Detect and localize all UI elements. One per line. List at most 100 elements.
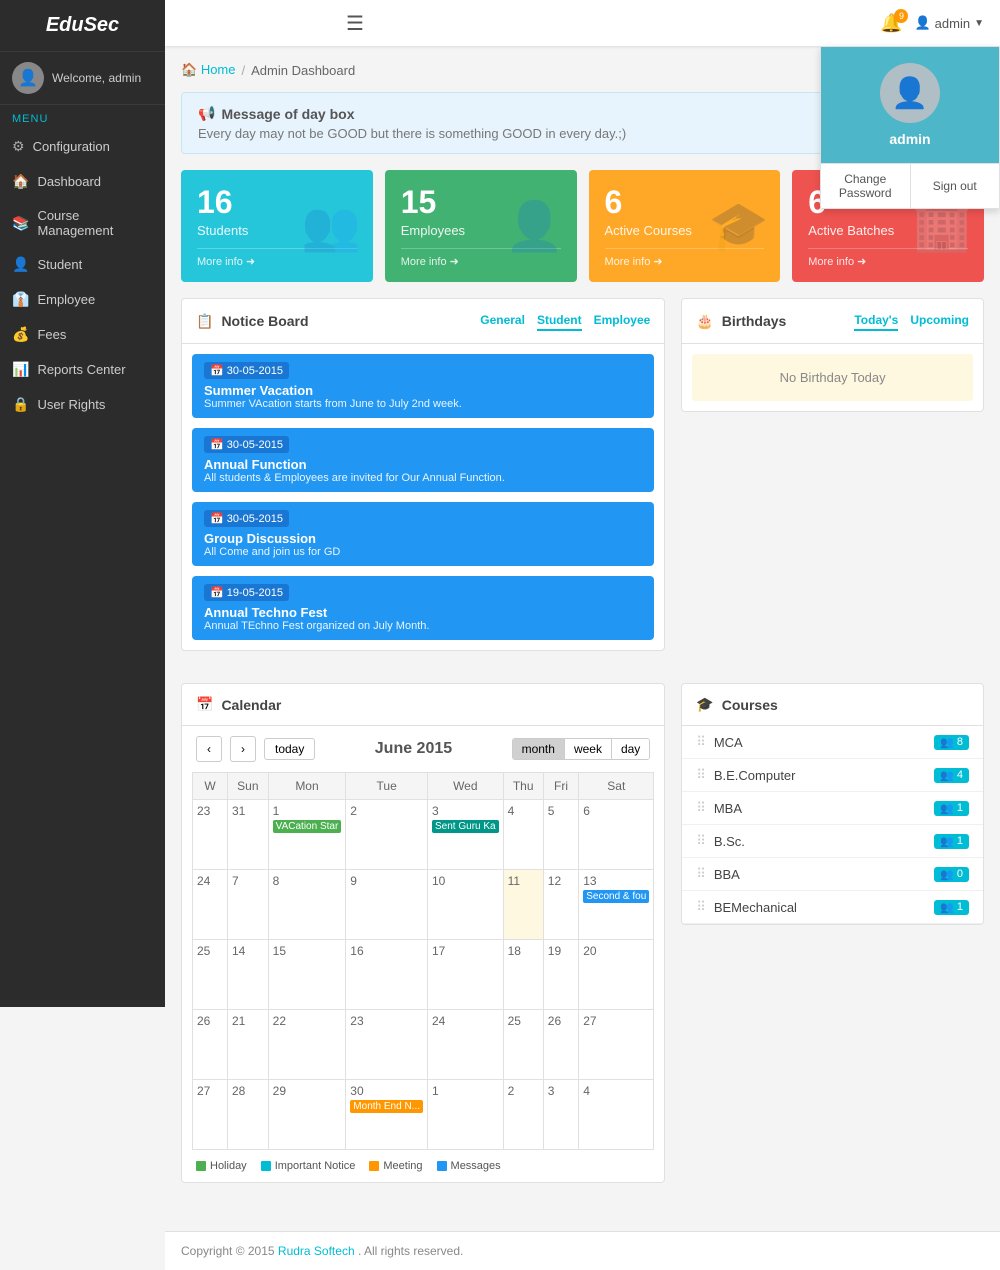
table-row[interactable]: 5 xyxy=(543,800,578,870)
table-row[interactable]: 21 xyxy=(228,1010,269,1080)
sidebar-item-user-rights[interactable]: 🔒User Rights xyxy=(0,387,165,422)
calendar-event[interactable]: Sent Guru Ka xyxy=(432,820,499,833)
sidebar-item-employee[interactable]: 👔Employee xyxy=(0,282,165,317)
courses-list: ⠿ MCA 👥 8 ⠿ B.E.Computer 👥 4 ⠿ MBA 👥 xyxy=(682,726,983,924)
notice-desc: Summer VAcation starts from June to July… xyxy=(204,398,642,410)
calendar-table: W Sun Mon Tue Wed Thu Fri Sat xyxy=(192,772,654,1150)
sidebar-item-reports-center[interactable]: 📊Reports Center xyxy=(0,352,165,387)
legend-holiday-label: Holiday xyxy=(210,1160,247,1172)
sidebar-item-dashboard[interactable]: 🏠Dashboard xyxy=(0,164,165,199)
sidebar-item-student[interactable]: 👤Student xyxy=(0,247,165,282)
tab-general[interactable]: General xyxy=(480,311,525,331)
table-row[interactable]: 6 xyxy=(579,800,654,870)
stat-icon: 👤 xyxy=(505,198,565,255)
table-row: 27 28 29 30Month End N... 1 2 3 4 xyxy=(193,1080,654,1150)
table-row[interactable]: 15 xyxy=(268,940,346,1010)
list-item[interactable]: ⠿ B.E.Computer 👥 4 xyxy=(682,759,983,792)
table-row[interactable]: 29 xyxy=(268,1080,346,1150)
stat-card-employees[interactable]: 15 Employees More info ➜ 👤 xyxy=(385,170,577,282)
table-row[interactable]: 17 xyxy=(428,940,504,1010)
cal-col-fri: Fri xyxy=(543,773,578,800)
table-row[interactable]: 28 xyxy=(228,1080,269,1150)
table-row[interactable]: 24 xyxy=(428,1010,504,1080)
people-icon: 👥 xyxy=(940,835,954,848)
table-row[interactable]: 12 xyxy=(543,870,578,940)
table-row[interactable]: 11 xyxy=(503,870,543,940)
calendar-day-view-button[interactable]: day xyxy=(611,739,649,759)
table-row[interactable]: 9 xyxy=(346,870,428,940)
sidebar-item-fees[interactable]: 💰Fees xyxy=(0,317,165,352)
bell-icon[interactable]: 🔔 9 xyxy=(880,13,902,34)
breadcrumb-home[interactable]: 🏠 Home xyxy=(181,62,236,78)
sidebar-item-course-management[interactable]: 📚Course Management xyxy=(0,199,165,247)
sidebar-item-configuration[interactable]: ⚙Configuration xyxy=(0,129,165,164)
calendar-column: 📅 Calendar ‹ › today June 2015 month wee… xyxy=(181,683,665,1199)
list-item[interactable]: 📅 30-05-2015 Summer Vacation Summer VAca… xyxy=(192,354,654,418)
courses-title: Courses xyxy=(722,697,778,713)
table-row[interactable]: 20 xyxy=(579,940,654,1010)
calendar-today-button[interactable]: today xyxy=(264,738,315,760)
table-row[interactable]: 30Month End N... xyxy=(346,1080,428,1150)
calendar-controls: ‹ › today June 2015 month week day xyxy=(182,726,664,772)
course-name: ⠿ BEMechanical xyxy=(696,899,797,915)
table-row[interactable]: 22 xyxy=(268,1010,346,1080)
sign-out-button[interactable]: Sign out xyxy=(911,164,1000,208)
table-row[interactable]: 2 xyxy=(503,1080,543,1150)
stat-card-students[interactable]: 16 Students More info ➜ 👥 xyxy=(181,170,373,282)
table-row[interactable]: 7 xyxy=(228,870,269,940)
notice-title: Annual Function xyxy=(204,457,642,472)
tab-employee[interactable]: Employee xyxy=(594,311,651,331)
list-item[interactable]: 📅 30-05-2015 Annual Function All student… xyxy=(192,428,654,492)
list-item[interactable]: 📅 30-05-2015 Group Discussion All Come a… xyxy=(192,502,654,566)
list-item[interactable]: ⠿ B.Sc. 👥 1 xyxy=(682,825,983,858)
calendar-week-view-button[interactable]: week xyxy=(564,739,611,759)
stat-card-active-courses[interactable]: 6 Active Courses More info ➜ 🎓 xyxy=(589,170,781,282)
table-row[interactable]: 14 xyxy=(228,940,269,1010)
table-row[interactable]: 23 xyxy=(346,1010,428,1080)
list-item[interactable]: ⠿ BBA 👥 0 xyxy=(682,858,983,891)
table-row[interactable]: 26 xyxy=(543,1010,578,1080)
table-row[interactable]: 4 xyxy=(579,1080,654,1150)
table-row[interactable]: 10 xyxy=(428,870,504,940)
calendar-prev-button[interactable]: ‹ xyxy=(196,736,222,762)
people-icon: 👥 xyxy=(940,802,954,815)
calendar-panel: 📅 Calendar ‹ › today June 2015 month wee… xyxy=(181,683,665,1183)
footer: Copyright © 2015 Rudra Softech . All rig… xyxy=(165,1231,1000,1270)
stat-icon: 👥 xyxy=(301,198,361,255)
table-row[interactable]: 1 xyxy=(428,1080,504,1150)
table-row[interactable]: 2 xyxy=(346,800,428,870)
sidebar-nav: ⚙Configuration🏠Dashboard📚Course Manageme… xyxy=(0,129,165,422)
list-item[interactable]: ⠿ BEMechanical 👥 1 xyxy=(682,891,983,924)
topbar-user-menu[interactable]: 👤 admin ▼ xyxy=(914,15,984,31)
table-row[interactable]: 18 xyxy=(503,940,543,1010)
topbar: ☰ 🔔 9 👤 admin ▼ xyxy=(165,0,1000,46)
drag-icon: ⠿ xyxy=(696,866,706,882)
table-row[interactable]: 19 xyxy=(543,940,578,1010)
table-row[interactable]: 25 xyxy=(503,1010,543,1080)
table-row[interactable]: 3Sent Guru Ka xyxy=(428,800,504,870)
footer-suffix: . All rights reserved. xyxy=(358,1244,463,1258)
calendar-event[interactable]: VACation Star xyxy=(273,820,342,833)
footer-company-link[interactable]: Rudra Softech xyxy=(278,1244,355,1258)
calendar-month-view-button[interactable]: month xyxy=(513,739,564,759)
list-item[interactable]: 📅 19-05-2015 Annual Techno Fest Annual T… xyxy=(192,576,654,640)
calendar-courses-row: 📅 Calendar ‹ › today June 2015 month wee… xyxy=(181,683,984,1199)
tab-upcoming[interactable]: Upcoming xyxy=(910,311,969,331)
table-row[interactable]: 13Second & fou xyxy=(579,870,654,940)
list-item[interactable]: ⠿ MBA 👥 1 xyxy=(682,792,983,825)
table-row[interactable]: 3 xyxy=(543,1080,578,1150)
hamburger-icon[interactable]: ☰ xyxy=(346,11,364,36)
tab-todays[interactable]: Today's xyxy=(854,311,898,331)
table-row[interactable]: 4 xyxy=(503,800,543,870)
tab-student[interactable]: Student xyxy=(537,311,582,331)
table-row[interactable]: 8 xyxy=(268,870,346,940)
change-password-button[interactable]: Change Password xyxy=(821,164,911,208)
table-row[interactable]: 16 xyxy=(346,940,428,1010)
calendar-next-button[interactable]: › xyxy=(230,736,256,762)
calendar-event[interactable]: Second & fou xyxy=(583,890,649,903)
list-item[interactable]: ⠿ MCA 👥 8 xyxy=(682,726,983,759)
calendar-event[interactable]: Month End N... xyxy=(350,1100,423,1113)
table-row[interactable]: 1VACation Star xyxy=(268,800,346,870)
dashboard-icon: 🏠 xyxy=(12,173,29,190)
table-row[interactable]: 27 xyxy=(579,1010,654,1080)
